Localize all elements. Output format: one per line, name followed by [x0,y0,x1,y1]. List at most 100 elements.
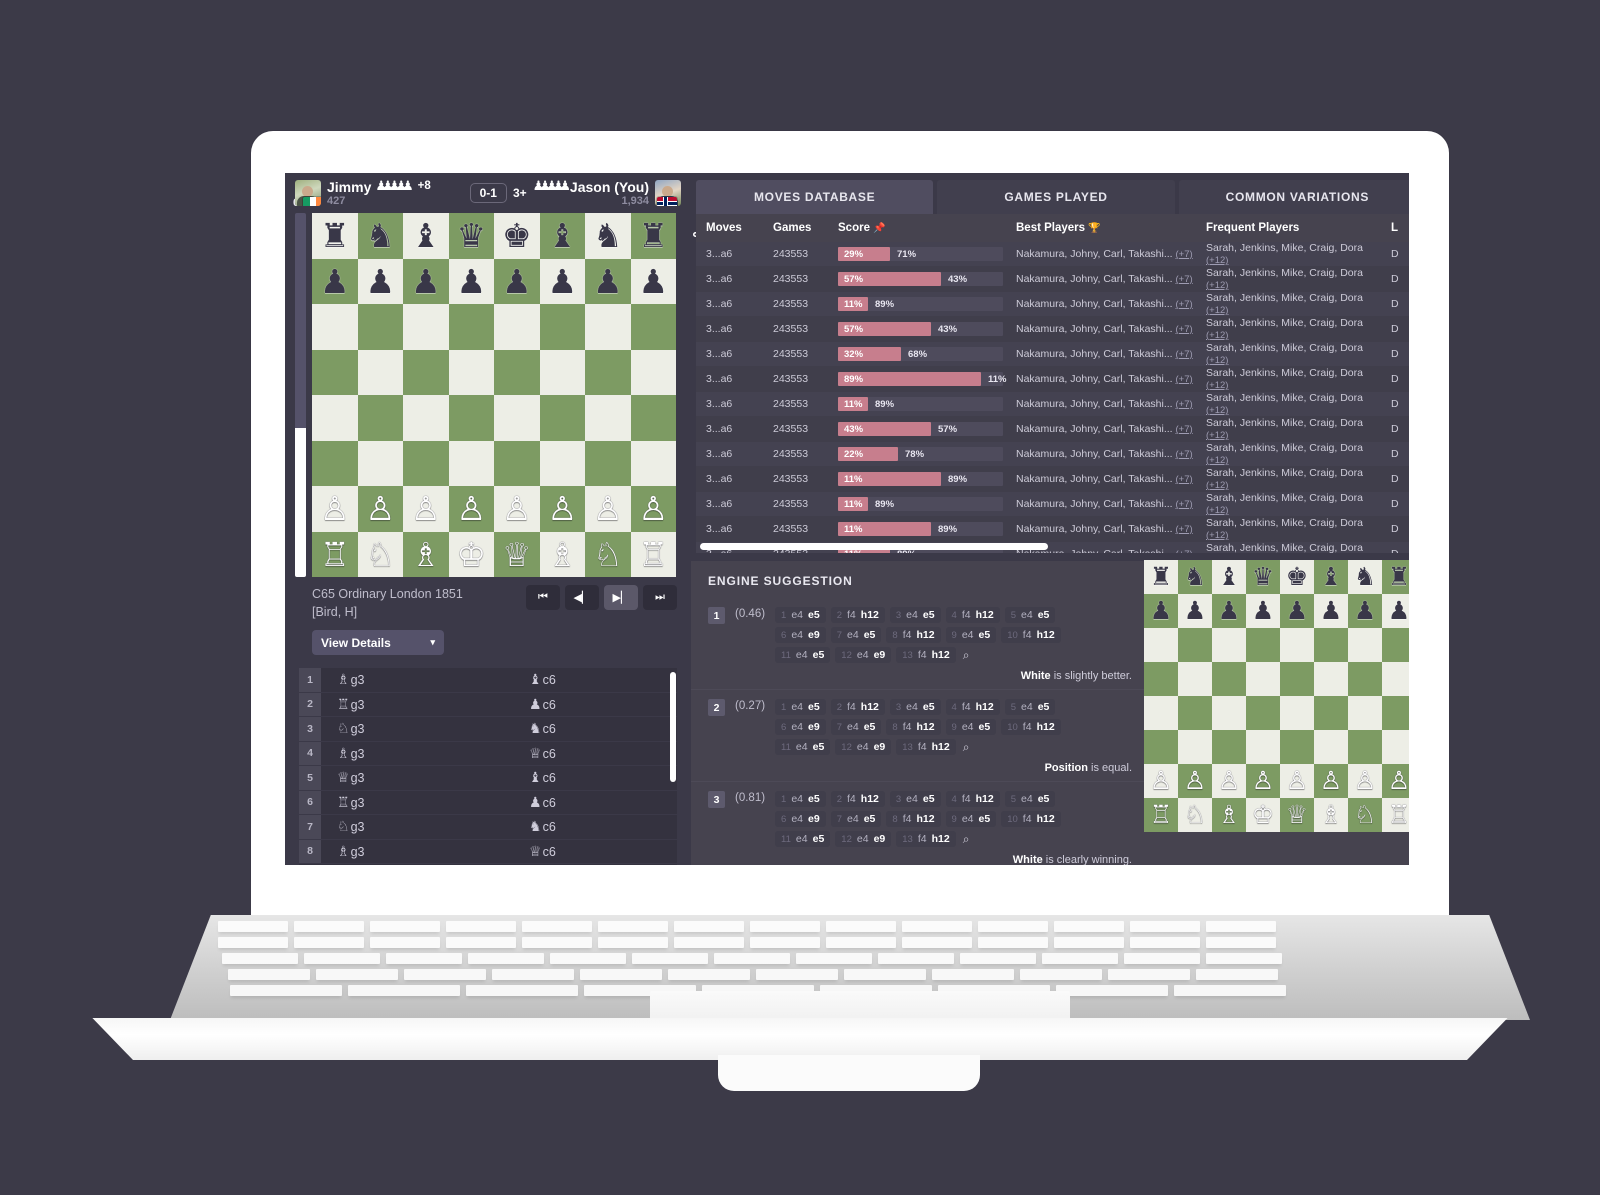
engine-line[interactable]: 1 (0.46) 1 e4 e5 2 f4 h12 3 e4 e5 4 f4 h12 5 e4 e5 6 e4 e9 7… [691,598,1144,689]
move-black[interactable]: ♟c6 [529,794,677,811]
square-white-pawn[interactable]: ♙ [1178,764,1212,798]
engine-move[interactable]: 7 e4 e5 [830,627,882,643]
engine-move[interactable]: 4 f4 h12 [945,607,1000,623]
square-empty[interactable] [312,440,358,486]
square-black-knight[interactable]: ♞ [1178,560,1212,594]
square-empty[interactable] [1382,696,1409,730]
square-white-bishop[interactable]: ♗ [403,531,449,577]
keyboard-key[interactable] [492,969,574,980]
square-white-queen[interactable]: ♕ [1280,798,1314,832]
square-empty[interactable] [494,304,540,350]
move-list-row[interactable]: 3 ♘g3 ♞c6 [299,717,677,742]
best-players-more-link[interactable]: (+7) [1176,524,1193,535]
frequent-players-more-link[interactable]: (+12) [1206,305,1228,316]
keyboard-key[interactable] [1020,969,1102,980]
best-players-more-link[interactable]: (+7) [1176,299,1193,310]
keyboard-key[interactable] [1130,921,1200,932]
keyboard-key[interactable] [1206,937,1276,948]
square-empty[interactable] [1314,696,1348,730]
square-white-pawn[interactable]: ♙ [448,486,494,532]
col-header-moves[interactable]: Moves [696,214,763,242]
square-white-pawn[interactable]: ♙ [1144,764,1178,798]
square-empty[interactable] [1178,696,1212,730]
engine-move[interactable]: 8 f4 h12 [886,627,941,643]
keyboard-key[interactable] [714,953,790,964]
table-row[interactable]: 3...a6 243553 57% 43% Nakamura, Johny, Carl,… [696,316,1409,342]
keyboard-key[interactable] [218,921,288,932]
keyboard-key[interactable] [386,953,462,964]
square-black-pawn[interactable]: ♟ [357,258,403,304]
table-row[interactable]: 3...a6 243553 43% 57% Nakamura, Johny, Carl,… [696,416,1409,442]
engine-move[interactable]: 5 e4 e5 [1004,607,1056,623]
square-empty[interactable] [448,349,494,395]
square-empty[interactable] [539,440,585,486]
square-empty[interactable] [1280,730,1314,764]
keyboard-key[interactable] [304,953,380,964]
square-black-pawn[interactable]: ♟ [1280,594,1314,628]
square-black-pawn[interactable]: ♟ [1314,594,1348,628]
avatar-white[interactable] [295,180,321,206]
square-white-king[interactable]: ♔ [1246,798,1280,832]
square-black-rook[interactable]: ♜ [1382,560,1409,594]
engine-move[interactable]: 13 f4 h12 [896,831,956,847]
keyboard-key[interactable] [222,953,298,964]
move-black[interactable]: ♞c6 [529,818,677,835]
square-black-pawn[interactable]: ♟ [1246,594,1280,628]
keyboard-key[interactable] [598,921,668,932]
frequent-players-more-link[interactable]: (+12) [1206,355,1228,366]
square-empty[interactable] [448,395,494,441]
engine-move[interactable]: 1 e4 e5 [775,699,826,715]
square-white-king[interactable]: ♔ [448,531,494,577]
square-white-queen[interactable]: ♕ [494,531,540,577]
square-empty[interactable] [403,395,449,441]
engine-move[interactable]: 6 e4 e9 [775,627,826,643]
engine-move[interactable]: 7 e4 e5 [830,719,882,735]
keyboard-key[interactable] [932,969,1014,980]
engine-move[interactable]: 9 e4 e5 [945,627,997,643]
square-black-pawn[interactable]: ♟ [494,258,540,304]
square-empty[interactable] [585,304,631,350]
keyboard-key[interactable] [446,921,516,932]
move-list-row[interactable]: 4 ♗g3 ♕c6 [299,741,677,766]
keyboard-key[interactable] [826,921,896,932]
move-black[interactable]: ♝c6 [529,769,677,786]
table-row[interactable]: 3...a6 243553 89% 11% Nakamura, Johny, Carl,… [696,366,1409,392]
square-empty[interactable] [1246,696,1280,730]
engine-move[interactable]: 1 e4 e5 [775,791,826,807]
best-players-more-link[interactable]: (+7) [1176,499,1193,510]
move-list-row[interactable]: 5 ♕g3 ♝c6 [299,766,677,791]
engine-move[interactable]: 9 e4 e5 [945,719,997,735]
avatar-black[interactable] [655,180,681,206]
move-white[interactable]: ♕g3 [321,769,529,786]
keyboard-key[interactable] [750,937,820,948]
table-row[interactable]: 3...a6243553 11% 89% Nakamura, Johny, Carl,… [696,491,1409,517]
engine-move[interactable]: 7 e4 e5 [830,811,882,827]
frequent-players-more-link[interactable]: (+12) [1206,380,1228,391]
square-black-bishop[interactable]: ♝ [403,213,449,259]
nav-previous-move-button[interactable]: ◀▏ [565,585,599,610]
square-empty[interactable] [630,440,676,486]
engine-move[interactable]: 5 e4 e5 [1004,699,1056,715]
tab-common-variations[interactable]: COMMON VARIATIONS [1178,180,1409,214]
square-white-rook[interactable]: ♖ [1382,798,1409,832]
square-empty[interactable] [1246,662,1280,696]
square-empty[interactable] [1348,730,1382,764]
keyboard-key[interactable] [1054,937,1124,948]
frequent-players-more-link[interactable]: (+12) [1206,505,1228,516]
square-empty[interactable] [357,304,403,350]
square-white-knight[interactable]: ♘ [357,531,403,577]
move-white[interactable]: ♘g3 [321,720,529,737]
keyboard-key[interactable] [632,953,708,964]
frequent-players-more-link[interactable]: (+12) [1206,480,1228,491]
engine-move[interactable]: 11 e4 e5 [775,739,831,755]
engine-move[interactable]: 6 e4 e9 [775,719,826,735]
engine-move[interactable]: 10 f4 h12 [1001,811,1061,827]
square-empty[interactable] [1348,628,1382,662]
square-black-rook[interactable]: ♜ [312,213,358,259]
square-black-pawn[interactable]: ♟ [312,258,358,304]
keyboard-key[interactable] [674,921,744,932]
keyboard-key[interactable] [756,969,838,980]
square-empty[interactable] [312,304,358,350]
keyboard-key[interactable] [468,953,544,964]
table-row[interactable]: 3...a6 243553 22% 78% Nakamura, Johny, Carl,… [696,441,1409,467]
